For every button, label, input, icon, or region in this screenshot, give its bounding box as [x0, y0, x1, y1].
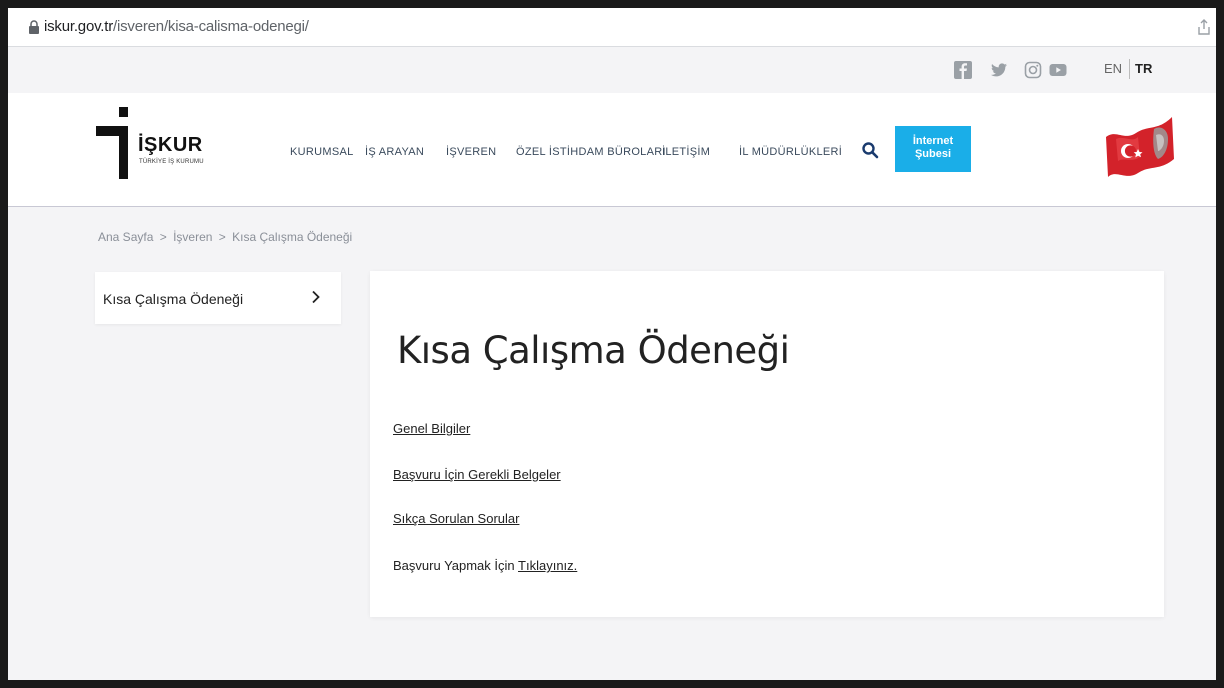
nav-kurumsal[interactable]: KURUMSAL [290, 146, 354, 158]
iskur-logo-icon[interactable] [94, 103, 132, 181]
browser-window: iskur.gov.tr/isveren/kisa-calisma-odeneg… [8, 8, 1216, 680]
link-gerekli-belgeler[interactable]: Başvuru İçin Gerekli Belgeler [393, 467, 561, 482]
breadcrumb: Ana Sayfa > İşveren > Kısa Çalışma Ödene… [98, 230, 355, 244]
page-title: Kısa Çalışma Ödeneği [397, 329, 790, 372]
internet-button-line2: Şubesi [914, 148, 952, 160]
instagram-icon[interactable] [1024, 61, 1042, 79]
nav-isveren[interactable]: İŞVEREN [446, 146, 496, 158]
url-path: /isveren/kisa-calisma-odenegi/ [113, 18, 309, 35]
apply-line: Başvuru Yapmak İçin Tıklayınız. [393, 558, 577, 573]
url-domain: iskur.gov.tr [44, 18, 114, 35]
apply-text: Başvuru Yapmak İçin [393, 558, 515, 573]
apply-link[interactable]: Tıklayınız. [518, 558, 577, 573]
nav-il-mudurlukleri[interactable]: İL MÜDÜRLÜKLERİ [739, 146, 842, 158]
logo-subtitle: TÜRKİYE İŞ KURUMU [139, 159, 204, 165]
lang-tr-link[interactable]: TR [1135, 61, 1152, 76]
breadcrumb-current: Kısa Çalışma Ödeneği [232, 230, 353, 244]
logo-text[interactable]: İŞKUR [138, 134, 203, 157]
nav-ozel-istihdam[interactable]: ÖZEL İSTİHDAM BÜROLARI [516, 146, 666, 158]
url-text: iskur.gov.tr/isveren/kisa-calisma-odeneg… [44, 18, 309, 35]
address-bar[interactable]: iskur.gov.tr/isveren/kisa-calisma-odeneg… [8, 8, 1216, 47]
breadcrumb-separator: > [159, 230, 167, 244]
lock-icon [29, 20, 39, 34]
content-card: Kısa Çalışma Ödeneği Genel Bilgiler Başv… [370, 271, 1164, 617]
breadcrumb-separator: > [218, 230, 226, 244]
site-header: İŞKUR TÜRKİYE İŞ KURUMU KURUMSAL İŞ ARAY… [8, 93, 1216, 207]
chevron-right-icon [312, 290, 320, 304]
lang-divider [1129, 59, 1130, 79]
sidebar-item-kisa-calisma[interactable]: Kısa Çalışma Ödeneği [95, 272, 341, 324]
nav-iletisim[interactable]: İLETİŞİM [662, 146, 710, 158]
internet-subesi-button[interactable]: İnternet Şubesi [895, 126, 971, 172]
link-genel-bilgiler[interactable]: Genel Bilgiler [393, 421, 470, 436]
internet-button-line1: İnternet [912, 135, 954, 147]
twitter-icon[interactable] [990, 61, 1008, 79]
lang-en-link[interactable]: EN [1104, 61, 1122, 76]
link-sss[interactable]: Sıkça Sorulan Sorular [393, 511, 519, 526]
share-icon[interactable] [1196, 18, 1212, 36]
facebook-icon[interactable] [954, 61, 972, 79]
search-icon[interactable] [861, 141, 879, 159]
turkish-flag-icon [1106, 117, 1174, 177]
breadcrumb-isveren[interactable]: İşveren [173, 230, 212, 244]
breadcrumb-home[interactable]: Ana Sayfa [98, 230, 153, 244]
top-strip: EN TR [8, 47, 1216, 93]
youtube-icon[interactable] [1049, 61, 1067, 79]
sidebar-item-label: Kısa Çalışma Ödeneği [103, 291, 244, 307]
nav-is-arayan[interactable]: İŞ ARAYAN [365, 146, 424, 158]
